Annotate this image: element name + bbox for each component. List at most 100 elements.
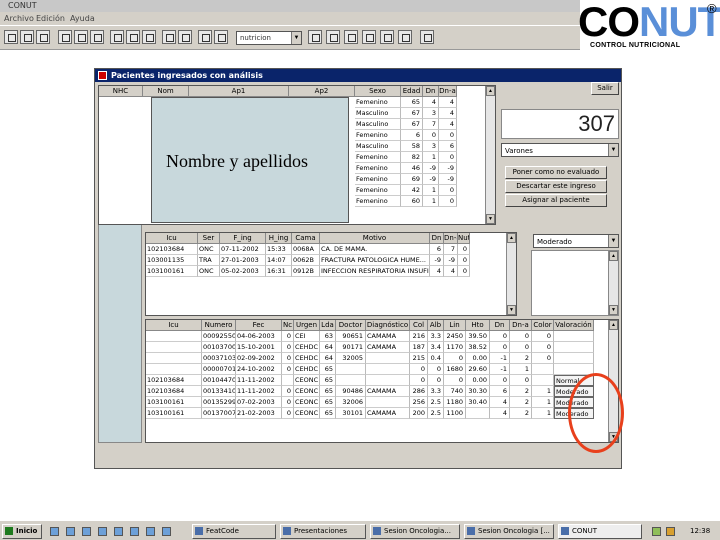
task-sesion-oncologia-1[interactable]: Sesion Oncologia...	[370, 524, 460, 539]
copy-icon[interactable]	[126, 30, 140, 44]
table-cell: 00103700	[202, 342, 236, 353]
taskbar: Inicio FeatCode Presentaciones Sesion On…	[0, 520, 720, 540]
window-title: CONUT	[8, 1, 37, 10]
module-icon[interactable]	[362, 30, 376, 44]
risk-list-scrollbar[interactable]: ▲ ▼	[608, 251, 618, 315]
admissions-grid: ▲▼ IcuSerF_ingH_ingCamaMotivoDnDn-aNut10…	[145, 232, 517, 316]
table-cell: 0	[282, 364, 294, 375]
spell-icon[interactable]	[90, 30, 104, 44]
column-header: Alb	[428, 320, 444, 331]
patients-grid-scrollbar[interactable]: ▲ ▼	[485, 86, 495, 224]
quicklaunch-icon[interactable]	[50, 527, 59, 536]
column-header: Dn-a	[439, 86, 457, 97]
table-cell: 04-06-2003	[236, 331, 282, 342]
report-icon[interactable]	[214, 30, 228, 44]
menu-archivo[interactable]: Archivo	[4, 14, 34, 23]
service-dropdown[interactable]: Varones ▼	[501, 143, 619, 157]
paste-icon[interactable]	[142, 30, 156, 44]
quicklaunch-icon[interactable]	[66, 527, 75, 536]
clock: 12:38	[690, 527, 711, 535]
table-cell: 103100161	[146, 408, 202, 419]
tray-icon[interactable]	[652, 527, 661, 536]
scroll-down-icon[interactable]: ▼	[507, 305, 516, 315]
table-cell: 42	[401, 185, 423, 196]
start-button[interactable]: Inicio	[2, 524, 42, 539]
table-cell: 64	[320, 353, 336, 364]
preview-icon[interactable]	[74, 30, 88, 44]
assign-patient-button[interactable]: Asignar al paciente	[505, 194, 607, 207]
table-cell: 0068A	[292, 244, 320, 255]
object-combo-value: nutricion	[240, 34, 271, 42]
form-icon[interactable]	[308, 30, 322, 44]
scroll-up-icon[interactable]: ▲	[507, 233, 516, 243]
task-featcode[interactable]: FeatCode	[192, 524, 276, 539]
quicklaunch-icon[interactable]	[146, 527, 155, 536]
chevron-down-icon[interactable]: ▼	[608, 144, 618, 156]
app-icon	[283, 527, 291, 535]
table-cell: 6	[490, 386, 510, 397]
table-cell: 1	[532, 397, 554, 408]
table-cell: 00092550	[202, 331, 236, 342]
risk-list[interactable]: ▲ ▼	[531, 250, 619, 316]
scroll-up-icon[interactable]: ▲	[486, 86, 495, 96]
table-cell: CEI	[294, 331, 320, 342]
table-cell	[554, 331, 594, 342]
query-icon[interactable]	[344, 30, 358, 44]
table-cell: CAMAMA	[366, 386, 410, 397]
scroll-down-icon[interactable]: ▼	[609, 305, 618, 315]
table-cell: 4	[490, 397, 510, 408]
quicklaunch-icon[interactable]	[162, 527, 171, 536]
table-cell: 65	[320, 386, 336, 397]
help-icon[interactable]	[420, 30, 434, 44]
scroll-up-icon[interactable]: ▲	[609, 251, 618, 261]
quicklaunch-icon[interactable]	[130, 527, 139, 536]
task-label: FeatCode	[206, 527, 239, 535]
table-cell	[146, 342, 202, 353]
discard-admission-button[interactable]: Descartar este ingreso	[505, 180, 607, 193]
table-cell: 1	[423, 196, 439, 207]
table-cell: 0	[428, 375, 444, 386]
mark-not-evaluated-button[interactable]: Poner como no evaluado	[505, 166, 607, 179]
table-cell: 21-02-2003	[236, 408, 282, 419]
risk-dropdown[interactable]: Moderado ▼	[533, 234, 619, 248]
table-cell: 0	[532, 331, 554, 342]
task-conut[interactable]: CONUT	[558, 524, 642, 539]
quicklaunch-icon[interactable]	[114, 527, 123, 536]
table-cell: 2.5	[428, 408, 444, 419]
table-cell: 07-02-2003	[236, 397, 282, 408]
properties-icon[interactable]	[398, 30, 412, 44]
table-cell	[366, 353, 410, 364]
table-cell: 0	[282, 342, 294, 353]
table-cell: CEHDC	[294, 364, 320, 375]
window-title-bar: CONUT	[0, 0, 580, 12]
menu-edicion[interactable]: Edición	[36, 14, 65, 23]
object-combo[interactable]: nutricion ▼	[236, 31, 302, 45]
menu-ayuda[interactable]: Ayuda	[70, 14, 95, 23]
new-icon[interactable]	[4, 30, 18, 44]
print-icon[interactable]	[58, 30, 72, 44]
redo-icon[interactable]	[178, 30, 192, 44]
table-cell: 63	[320, 331, 336, 342]
open-icon[interactable]	[20, 30, 34, 44]
column-header: Nut	[458, 233, 470, 244]
tray-icon[interactable]	[666, 527, 675, 536]
quicklaunch-icon[interactable]	[82, 527, 91, 536]
scroll-up-icon[interactable]: ▲	[609, 320, 618, 330]
undo-icon[interactable]	[162, 30, 176, 44]
quicklaunch-icon[interactable]	[98, 527, 107, 536]
relations-icon[interactable]	[380, 30, 394, 44]
table-icon[interactable]	[326, 30, 340, 44]
task-presentaciones[interactable]: Presentaciones	[280, 524, 366, 539]
scroll-down-icon[interactable]: ▼	[486, 214, 495, 224]
table-cell: 286	[410, 386, 428, 397]
alert-icon[interactable]	[198, 30, 212, 44]
chevron-down-icon[interactable]: ▼	[608, 235, 618, 247]
admissions-grid-scrollbar[interactable]: ▲ ▼	[506, 233, 516, 315]
column-header: Numero	[202, 320, 236, 331]
close-button[interactable]: Salir	[591, 82, 619, 95]
cut-icon[interactable]	[110, 30, 124, 44]
chevron-down-icon[interactable]: ▼	[291, 32, 301, 44]
task-sesion-oncologia-2[interactable]: Sesion Oncologia [...	[464, 524, 554, 539]
save-icon[interactable]	[36, 30, 50, 44]
table-cell: 0	[410, 375, 428, 386]
